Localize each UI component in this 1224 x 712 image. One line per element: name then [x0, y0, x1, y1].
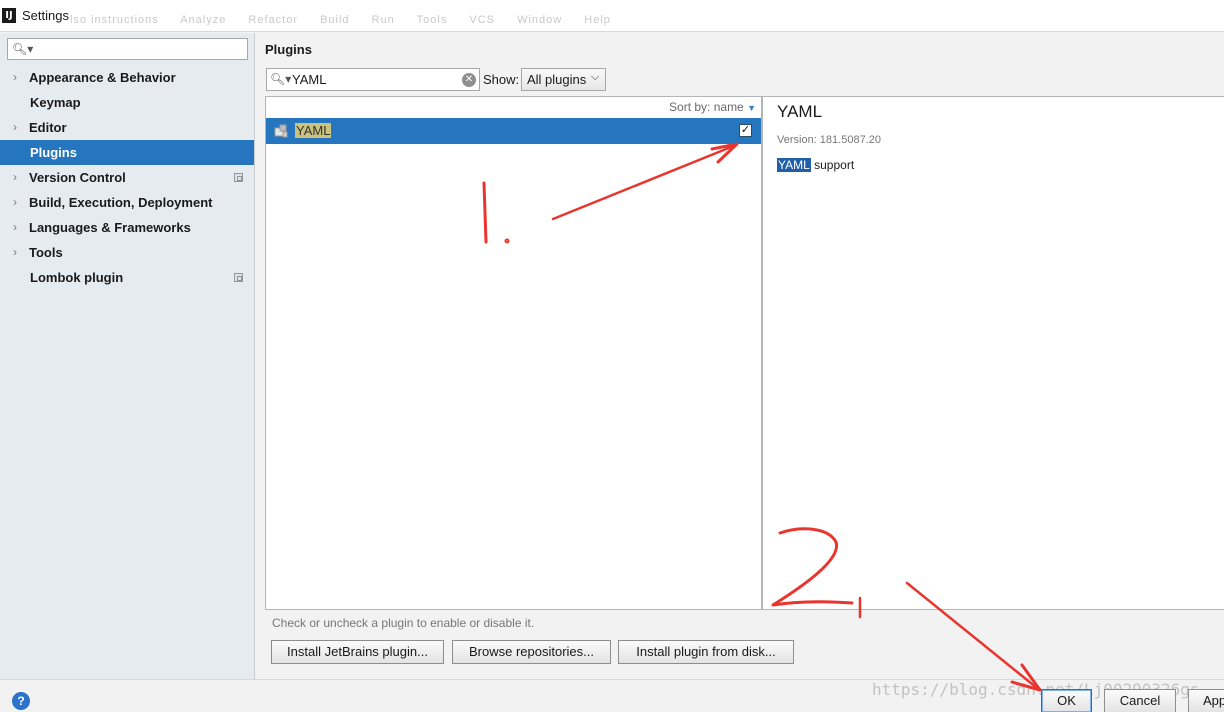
ok-button[interactable]: OK [1041, 689, 1092, 712]
chevron-right-icon: › [13, 245, 17, 259]
plugin-details: YAML Version: 181.5087.20 YAML support [762, 96, 1224, 610]
background-window-menu: lso instructions Analyze Refactor Build … [70, 14, 611, 26]
sidebar-item-editor[interactable]: › Editor [0, 115, 254, 140]
sort-by-name-control[interactable]: Sort by: name ▼ [669, 100, 756, 114]
cancel-button[interactable]: Cancel [1104, 689, 1176, 712]
sidebar-item-tools[interactable]: › Tools [0, 240, 254, 265]
sidebar-item-plugins[interactable]: Plugins [0, 140, 254, 165]
chevron-right-icon: › [13, 120, 17, 134]
project-level-icon [234, 173, 243, 182]
dialog-footer: ? https://blog.csdn.net/Lj00290326gs OK … [0, 679, 1224, 712]
plugin-icon [274, 124, 288, 138]
project-level-icon [234, 273, 243, 282]
apply-button[interactable]: Apply [1188, 689, 1224, 712]
page-title: Plugins [265, 42, 312, 57]
plugin-row-yaml[interactable]: YAML ✓ [266, 118, 761, 144]
settings-search-input[interactable]: 🔍︎▾ [7, 38, 248, 60]
chevron-down-icon: ⌵ [591, 71, 600, 83]
window-title: Settings [22, 8, 69, 23]
plugins-hint: Check or uncheck a plugin to enable or d… [272, 616, 535, 630]
show-label: Show: [483, 72, 520, 87]
chevron-right-icon: › [13, 70, 17, 84]
plugin-detail-description: YAML support [777, 158, 855, 172]
plugin-detail-name: YAML [777, 102, 823, 121]
clear-search-icon[interactable]: ✕ [462, 73, 476, 87]
title-bar: IJ Settings lso instructions Analyze Ref… [0, 0, 1224, 32]
search-icon: 🔍︎▾ [270, 72, 292, 86]
show-filter-dropdown[interactable]: All plugins ⌵ [521, 68, 606, 91]
browse-repositories-button[interactable]: Browse repositories... [452, 640, 611, 664]
chevron-right-icon: › [13, 195, 17, 209]
install-jetbrains-plugin-button[interactable]: Install JetBrains plugin... [271, 640, 444, 664]
sidebar-item-build-execution-deployment[interactable]: › Build, Execution, Deployment [0, 190, 254, 215]
plugin-enabled-checkbox[interactable]: ✓ [739, 124, 752, 137]
plugin-detail-version: Version: 181.5087.20 [777, 134, 881, 146]
help-icon[interactable]: ? [12, 692, 30, 710]
settings-sidebar: 🔍︎▾ › Appearance & Behavior Keymap › Edi… [0, 33, 255, 679]
plugins-page: Plugins 🔍︎▾ YAML ✕ Show: All plugins ⌵ S… [256, 33, 1224, 679]
sidebar-item-lombok-plugin[interactable]: Lombok plugin [0, 265, 254, 290]
sidebar-item-languages-frameworks[interactable]: › Languages & Frameworks [0, 215, 254, 240]
intellij-app-icon: IJ [2, 8, 16, 23]
install-plugin-from-disk-button[interactable]: Install plugin from disk... [618, 640, 794, 664]
plugin-search-value: YAML [292, 72, 327, 87]
chevron-right-icon: › [13, 170, 17, 184]
sidebar-item-version-control[interactable]: › Version Control [0, 165, 254, 190]
sidebar-item-keymap[interactable]: Keymap [0, 90, 254, 115]
chevron-right-icon: › [13, 220, 17, 234]
sidebar-item-appearance-behavior[interactable]: › Appearance & Behavior [0, 65, 254, 90]
plugin-search-input[interactable]: 🔍︎▾ YAML ✕ [266, 68, 480, 91]
plugin-list: Sort by: name ▼ YAML ✓ [265, 96, 762, 610]
sort-desc-icon: ▼ [747, 103, 756, 113]
search-icon: 🔍︎▾ [12, 42, 34, 56]
plugin-name: YAML [295, 123, 332, 138]
